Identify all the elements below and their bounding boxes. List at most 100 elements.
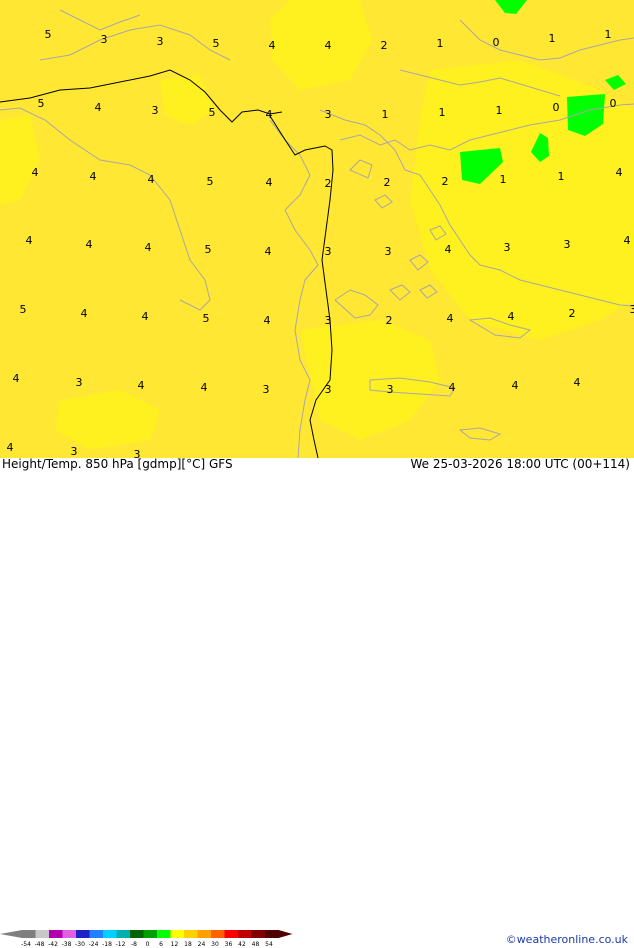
value-label: 4	[574, 376, 581, 389]
legend-swatch	[184, 930, 198, 938]
legend-tick-label: -30	[75, 941, 85, 948]
color-legend: -54-48-42-38-30-24-18-12-806121824303642…	[0, 929, 300, 948]
value-label: 1	[558, 170, 565, 183]
value-label: 4	[138, 379, 145, 392]
value-label: 5	[205, 243, 212, 256]
legend-arrow-left	[0, 930, 22, 938]
value-label: 3	[325, 108, 332, 121]
value-label: 5	[213, 37, 220, 50]
value-label: 3	[564, 238, 571, 251]
legend-swatch	[171, 930, 185, 938]
value-label: 1	[549, 32, 556, 45]
legend-swatch	[36, 930, 50, 938]
legend-swatch	[103, 930, 117, 938]
value-label: 5	[45, 28, 52, 41]
legend-swatch	[252, 930, 266, 938]
value-label: 0	[553, 101, 560, 114]
legend-tick-label: 30	[211, 941, 219, 948]
value-label: 4	[264, 314, 271, 327]
value-label: 2	[384, 176, 391, 189]
legend-tick-label: 36	[225, 941, 233, 948]
value-label: 3	[325, 383, 332, 396]
legend-swatch	[211, 930, 225, 938]
value-label: 4	[95, 101, 102, 114]
value-label: 3	[76, 376, 83, 389]
legend-arrow-right	[279, 930, 293, 938]
legend-tick-label: 24	[198, 941, 206, 948]
legend-labels: -54-48-42-38-30-24-18-12-806121824303642…	[21, 941, 273, 948]
legend-tick-label: -48	[35, 941, 45, 948]
value-label: 4	[32, 166, 39, 179]
weather-map: 5335442101154354311100444542221144445433…	[0, 0, 634, 458]
legend-tick-label: -54	[21, 941, 31, 948]
legend-swatch	[90, 930, 104, 938]
value-label: 4	[269, 39, 276, 52]
value-label: 1	[605, 28, 612, 41]
value-label: 1	[439, 106, 446, 119]
value-label: 1	[382, 108, 389, 121]
legend-tick-label: 12	[171, 941, 179, 948]
value-label: 3	[504, 241, 511, 254]
value-label: 2	[569, 307, 576, 320]
value-label: 3	[630, 303, 634, 316]
run-datetime: We 25-03-2026 18:00 UTC (00+114)	[410, 457, 630, 471]
value-label: 4	[447, 312, 454, 325]
value-label: 5	[38, 97, 45, 110]
legend-swatch	[49, 930, 63, 938]
value-label: 3	[325, 245, 332, 258]
value-label: 1	[500, 173, 507, 186]
legend-tick-label: 48	[252, 941, 260, 948]
value-label: 5	[203, 312, 210, 325]
value-label: 4	[81, 307, 88, 320]
value-label: 2	[325, 177, 332, 190]
value-label: 4	[449, 381, 456, 394]
value-label: 5	[20, 303, 27, 316]
value-label: 4	[512, 379, 519, 392]
legend-swatch	[130, 930, 144, 938]
value-label: 4	[148, 173, 155, 186]
credit-link[interactable]: ©weatheronline.co.uk	[506, 933, 628, 946]
legend-swatch	[265, 930, 279, 938]
value-label: 4	[325, 39, 332, 52]
value-label: 4	[142, 310, 149, 323]
legend-swatch	[157, 930, 171, 938]
value-label: 4	[266, 176, 273, 189]
value-label: 4	[13, 372, 20, 385]
legend-swatch	[198, 930, 212, 938]
value-label: 4	[508, 310, 515, 323]
legend-tick-label: 54	[265, 941, 273, 948]
value-label: 4	[265, 245, 272, 258]
legend-tick-label: -24	[89, 941, 99, 948]
value-label: 0	[610, 97, 617, 110]
map-title: Height/Temp. 850 hPa [gdmp][°C] GFS	[2, 457, 233, 471]
legend-swatch	[63, 930, 77, 938]
value-label: 3	[325, 314, 332, 327]
value-label: 3	[263, 383, 270, 396]
value-label: 4	[201, 381, 208, 394]
legend-tick-label: -38	[62, 941, 72, 948]
footer: Height/Temp. 850 hPa [gdmp][°C] GFS We 2…	[0, 458, 634, 490]
value-label: 2	[442, 175, 449, 188]
value-label: 3	[385, 245, 392, 258]
legend-tick-label: 6	[159, 941, 163, 948]
legend-tick-label: -12	[116, 941, 126, 948]
map-canvas: 5335442101154354311100444542221144445433…	[0, 0, 634, 458]
value-label: 4	[445, 243, 452, 256]
legend-swatch	[225, 930, 239, 938]
value-label: 4	[86, 238, 93, 251]
value-label: 3	[157, 35, 164, 48]
legend-tick-label: 18	[184, 941, 192, 948]
legend-swatch	[144, 930, 158, 938]
legend-swatches	[0, 930, 293, 938]
legend-swatch	[238, 930, 252, 938]
legend-tick-label: -8	[131, 941, 137, 948]
value-label: 2	[381, 39, 388, 52]
value-label: 4	[7, 441, 14, 454]
value-label: 5	[207, 175, 214, 188]
legend-tick-label: 42	[238, 941, 246, 948]
legend-tick-label: -42	[48, 941, 58, 948]
value-label: 3	[152, 104, 159, 117]
value-label: 1	[496, 104, 503, 117]
value-label: 5	[209, 106, 216, 119]
value-label: 3	[387, 383, 394, 396]
